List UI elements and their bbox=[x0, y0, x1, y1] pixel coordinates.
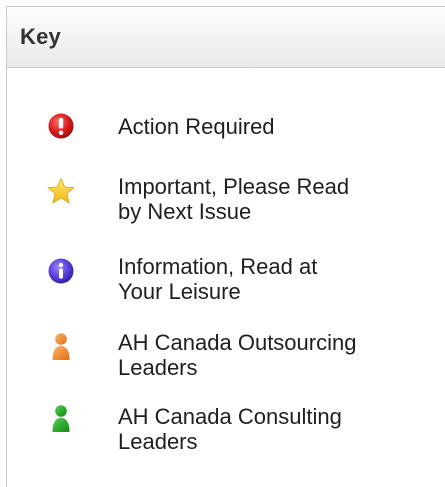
panel-header: Key bbox=[7, 7, 445, 68]
person-icon bbox=[47, 332, 75, 360]
info-icon bbox=[47, 257, 75, 285]
panel-title: Key bbox=[20, 24, 61, 49]
person-icon bbox=[47, 404, 75, 432]
key-panel: Key Action Required Important, Please Re… bbox=[6, 6, 445, 487]
key-label: Important, Please Read by Next Issue bbox=[118, 174, 350, 224]
star-icon bbox=[47, 177, 75, 205]
key-label: AH Canada Outsourcing Leaders bbox=[118, 330, 357, 380]
key-label: Action Required bbox=[118, 114, 275, 139]
key-label: Information, Read at Your Leisure bbox=[118, 254, 318, 304]
key-label: AH Canada Consulting Leaders bbox=[118, 404, 342, 454]
exclamation-icon bbox=[47, 112, 75, 140]
